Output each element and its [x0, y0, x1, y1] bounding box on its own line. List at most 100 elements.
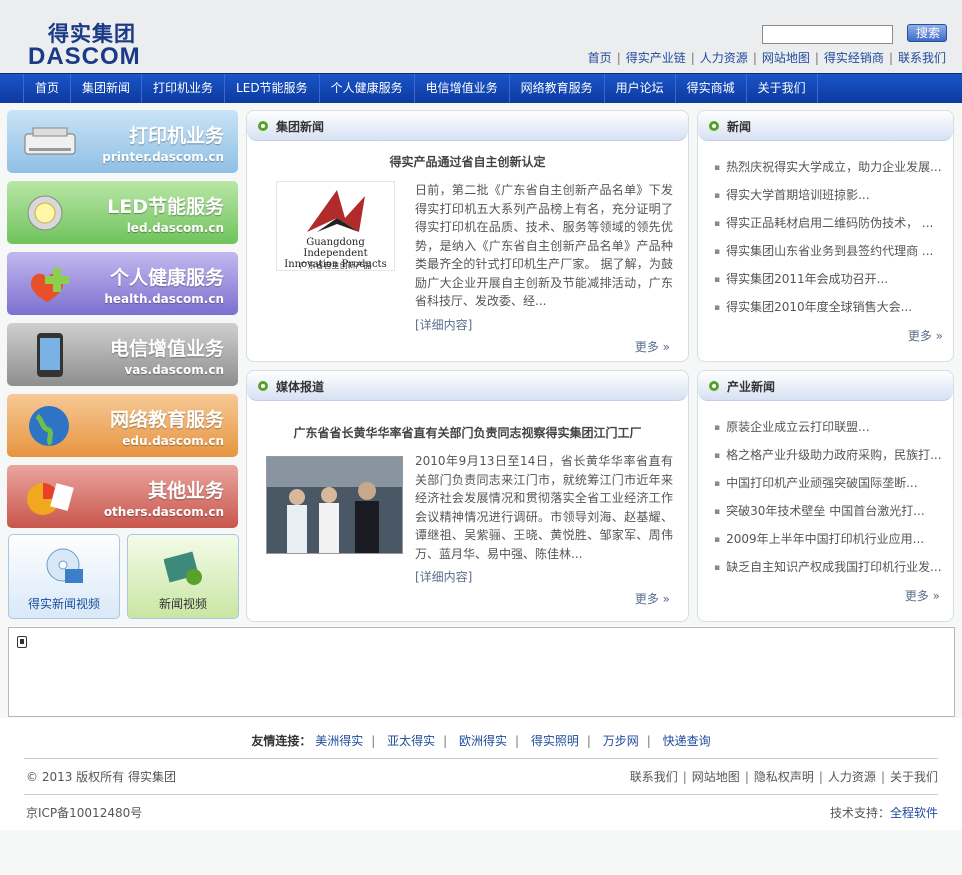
friend-links-label: 友情连接： [251, 734, 312, 748]
more-link[interactable]: 更多 » [908, 327, 943, 344]
list-item[interactable]: 突破30年技术壁垒 中国首台激光打... [714, 502, 944, 530]
list-item[interactable]: 热烈庆祝得实大学成立，助力企业发展... [714, 158, 944, 186]
banner-health[interactable]: 个人健康服务 health.dascom.cn [7, 252, 238, 315]
list-item[interactable]: 得实正品耗材启用二维码防伪技术， ... [714, 214, 944, 242]
nav-item-led[interactable]: LED节能服务 [225, 74, 320, 103]
main-nav: 首页 集团新闻 打印机业务 LED节能服务 个人健康服务 电信增值业务 网络教育… [0, 73, 962, 103]
friend-link-americas[interactable]: 美洲得实 [315, 734, 363, 748]
banner-url: health.dascom.cn [104, 292, 224, 306]
search-input[interactable] [762, 25, 893, 44]
group-news-panel: 集团新闻 得实产品通过省自主创新认定 Guangdong Independent… [246, 110, 689, 362]
banner-title: 其他业务 [147, 480, 224, 502]
nav-item-home[interactable]: 首页 [23, 74, 72, 103]
nav-item-mall[interactable]: 得实商城 [676, 74, 747, 103]
site-footer: 友情连接： 美洲得实 | 亚太得实 | 欧洲得实 | 得实照明 | 万步网 | 快递查询 … [0, 718, 962, 830]
list-item[interactable]: 中国打印机产业顽强突破国际垄断... [714, 474, 944, 502]
tech-support-label: 技术支持： [829, 806, 890, 820]
search-button[interactable]: 搜索 [907, 24, 947, 42]
panel-title-bar: 媒体报道 [247, 371, 688, 401]
friend-links: 友情连接： 美洲得实 | 亚太得实 | 欧洲得实 | 得实照明 | 万步网 | 快递查询 [251, 734, 711, 748]
banner-url: led.dascom.cn [126, 221, 224, 235]
nav-item-group-news[interactable]: 集团新闻 [71, 74, 143, 103]
site-header: 得实集团 DASCOM 搜索 首页 | 得实产业链 | 人力资源 | 网站地图 | 得实经销商 |… [0, 0, 962, 73]
list-item[interactable]: 得实集团2011年会成功召开... [714, 270, 944, 298]
nav-item-about[interactable]: 关于我们 [747, 74, 818, 103]
media-headline[interactable]: 广东省省长黄华华率省直有关部门负责同志视察得实集团江门工厂 [247, 424, 688, 441]
banner-education[interactable]: 网络教育服务 edu.dascom.cn [7, 394, 238, 457]
nav-item-health[interactable]: 个人健康服务 [320, 74, 415, 103]
banner-led[interactable]: LED节能服务 led.dascom.cn [7, 181, 238, 244]
nav-item-telecom[interactable]: 电信增值业务 [415, 74, 510, 103]
toplink-home[interactable]: 首页 [588, 51, 612, 65]
list-item[interactable]: 得实集团2010年度全球销售大会... [714, 298, 944, 326]
list-item[interactable]: 得实大学首期培训班掠影... [714, 186, 944, 214]
innovation-products-logo[interactable]: Guangdong Independent Innovation Product… [276, 181, 395, 271]
list-item[interactable]: 格之格产业升级助力政府采购，民族打... [714, 446, 944, 474]
film-icon [164, 551, 202, 585]
tech-support-link[interactable]: 全程软件 [890, 806, 938, 820]
list-item[interactable]: 2009年上半年中国打印机行业应用... [714, 530, 944, 558]
footer-link-privacy[interactable]: 隐私权声明 [754, 770, 814, 784]
copyright: © 2013 版权所有 得实集团 [26, 770, 176, 784]
detail-link[interactable]: [详细内容] [415, 316, 472, 333]
friend-link-express[interactable]: 快递查询 [663, 734, 711, 748]
banner-url: edu.dascom.cn [122, 434, 224, 448]
banner-others[interactable]: 其他业务 others.dascom.cn [7, 465, 238, 528]
toplink-industry-chain[interactable]: 得实产业链 [626, 51, 686, 65]
nav-item-education[interactable]: 网络教育服务 [510, 74, 605, 103]
more-link[interactable]: 更多 » [905, 587, 940, 604]
friend-link-lighting[interactable]: 得实照明 [531, 734, 579, 748]
printer-icon [24, 127, 76, 155]
more-link[interactable]: 更多 » [635, 590, 670, 607]
video-label: 得实新闻视频 [27, 597, 100, 611]
bullet-icon [258, 381, 268, 391]
panel-title: 产业新闻 [727, 380, 776, 394]
panel-title-bar: 产业新闻 [698, 371, 953, 401]
bullet-icon [709, 121, 719, 131]
nav-item-printer[interactable]: 打印机业务 [142, 74, 226, 103]
people-photo-icon [267, 457, 402, 553]
plugin-icon[interactable] [17, 636, 27, 648]
footer-divider [24, 758, 938, 759]
banner-printer[interactable]: 打印机业务 printer.dascom.cn [7, 110, 238, 173]
industry-news-list: 原装企业成立云打印联盟... 格之格产业升级助力政府采购，民族打... 中国打印… [714, 418, 944, 586]
led-bulb-icon [27, 195, 63, 231]
toplink-dealers[interactable]: 得实经销商 [824, 51, 884, 65]
image-caption-cn: 广东省自主创新产品 [299, 261, 372, 270]
footer-link-sitemap[interactable]: 网站地图 [692, 770, 740, 784]
dascom-logo[interactable]: 得实集团 DASCOM [28, 18, 172, 70]
banner-telecom[interactable]: 电信增值业务 vas.dascom.cn [7, 323, 238, 386]
nav-item-forum[interactable]: 用户论坛 [605, 74, 676, 103]
more-link[interactable]: 更多 » [635, 338, 670, 355]
list-item[interactable]: 原装企业成立云打印联盟... [714, 418, 944, 446]
footer-divider [24, 794, 938, 795]
footer-link-contact[interactable]: 联系我们 [630, 770, 678, 784]
toplink-sitemap[interactable]: 网站地图 [762, 51, 810, 65]
friend-link-europe[interactable]: 欧洲得实 [459, 734, 507, 748]
list-item[interactable]: 得实集团山东省业务到县签约代理商 ... [714, 242, 944, 270]
pie-chart-icon [27, 483, 74, 515]
banner-title: 网络教育服务 [109, 409, 224, 431]
toplink-hr[interactable]: 人力资源 [700, 51, 748, 65]
footer-link-hr[interactable]: 人力资源 [828, 770, 876, 784]
footer-link-about[interactable]: 关于我们 [890, 770, 938, 784]
friend-link-wanbu[interactable]: 万步网 [603, 734, 639, 748]
detail-link[interactable]: [详细内容] [415, 568, 472, 585]
list-item[interactable]: 缺乏自主知识产权成我国打印机行业发... [714, 558, 944, 586]
news-paragraph: 日前，第二批《广东省自主创新产品名单》下发得实打印机五大系列产品榜上有名，充分证… [415, 183, 673, 308]
friend-link-asia-pacific[interactable]: 亚太得实 [387, 734, 435, 748]
icp-number: 京ICP备10012480号 [26, 806, 143, 820]
panel-title: 媒体报道 [276, 380, 325, 394]
news-headline[interactable]: 得实产品通过省自主创新认定 [247, 153, 688, 170]
bullet-icon [709, 381, 719, 391]
visit-photo[interactable] [266, 456, 403, 554]
video-dascom-news[interactable]: 得实新闻视频 [8, 534, 120, 619]
panel-title-bar: 集团新闻 [247, 111, 688, 141]
news-panel: 新闻 热烈庆祝得实大学成立，助力企业发展... 得实大学首期培训班掠影... 得… [697, 110, 954, 362]
banner-title: 电信增值业务 [109, 338, 224, 360]
industry-news-panel: 产业新闻 原装企业成立云打印联盟... 格之格产业升级助力政府采购，民族打...… [697, 370, 954, 622]
video-news[interactable]: 新闻视频 [127, 534, 239, 619]
media-panel: 媒体报道 广东省省长黄华华率省直有关部门负责同志视察得实集团江门工厂 2010年… [246, 370, 689, 622]
panel-title: 集团新闻 [276, 120, 325, 134]
toplink-contact[interactable]: 联系我们 [898, 51, 946, 65]
